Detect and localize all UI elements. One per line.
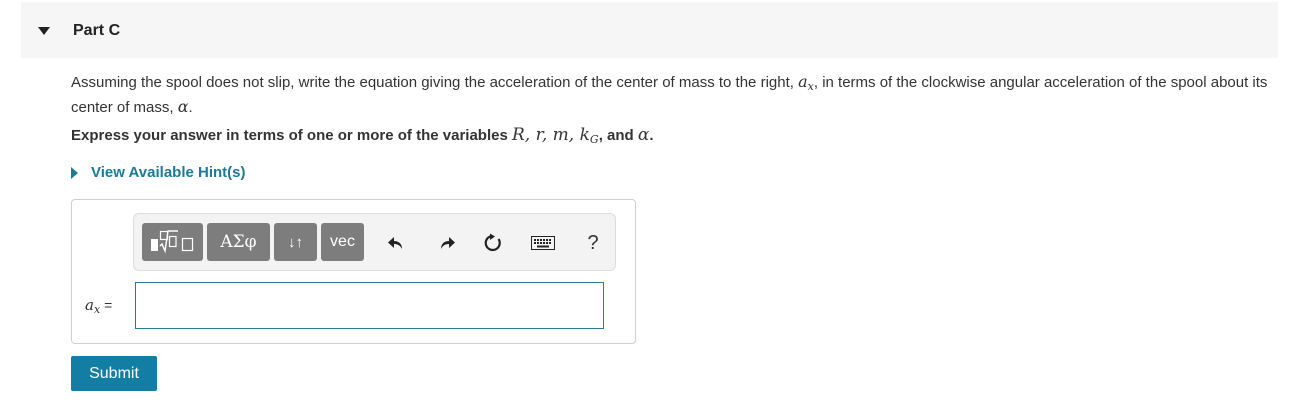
view-hints-link[interactable]: View Available Hint(s): [71, 164, 246, 181]
math-toolbar: ΑΣφ ↓↑ vec ?: [133, 213, 616, 271]
answer-variable-label: ax =: [85, 296, 113, 316]
reset-button[interactable]: [481, 231, 505, 255]
instruction-text: Express your answer in terms of one or m…: [71, 125, 654, 146]
hint-caret-icon[interactable]: [71, 166, 78, 179]
part-title: Part C: [73, 22, 121, 39]
submit-button[interactable]: Submit: [71, 356, 157, 391]
alpha-symbol: α: [177, 97, 189, 116]
undo-button[interactable]: [384, 231, 408, 255]
hint-label[interactable]: View Available Hint(s): [91, 164, 246, 181]
answer-input[interactable]: [135, 282, 604, 329]
question-text: Assuming the spool does not slip, write …: [71, 72, 1268, 116]
question-text-before: Assuming the spool does not slip, write …: [71, 74, 799, 91]
templates-icon: [150, 230, 193, 254]
undo-icon: [388, 237, 402, 249]
templates-button[interactable]: [142, 223, 203, 261]
help-button[interactable]: ?: [581, 231, 605, 255]
part-header[interactable]: Part C: [21, 2, 1278, 58]
redo-button[interactable]: [435, 231, 459, 255]
keyboard-button[interactable]: [531, 231, 555, 255]
collapse-caret-icon[interactable]: [38, 27, 50, 35]
instruction-alpha: α: [637, 125, 650, 145]
vector-button[interactable]: vec: [321, 223, 364, 261]
subscript-superscript-button[interactable]: ↓↑: [274, 223, 317, 261]
reset-icon: [484, 233, 501, 252]
greek-symbols-button[interactable]: ΑΣφ: [207, 223, 270, 261]
ax-symbol: ax: [798, 72, 814, 93]
instruction-variables: R, r, m, kG: [511, 125, 599, 146]
keyboard-icon: [531, 236, 555, 250]
redo-icon: [441, 237, 455, 249]
answer-panel: ΑΣφ ↓↑ vec ? ax =: [71, 199, 636, 344]
